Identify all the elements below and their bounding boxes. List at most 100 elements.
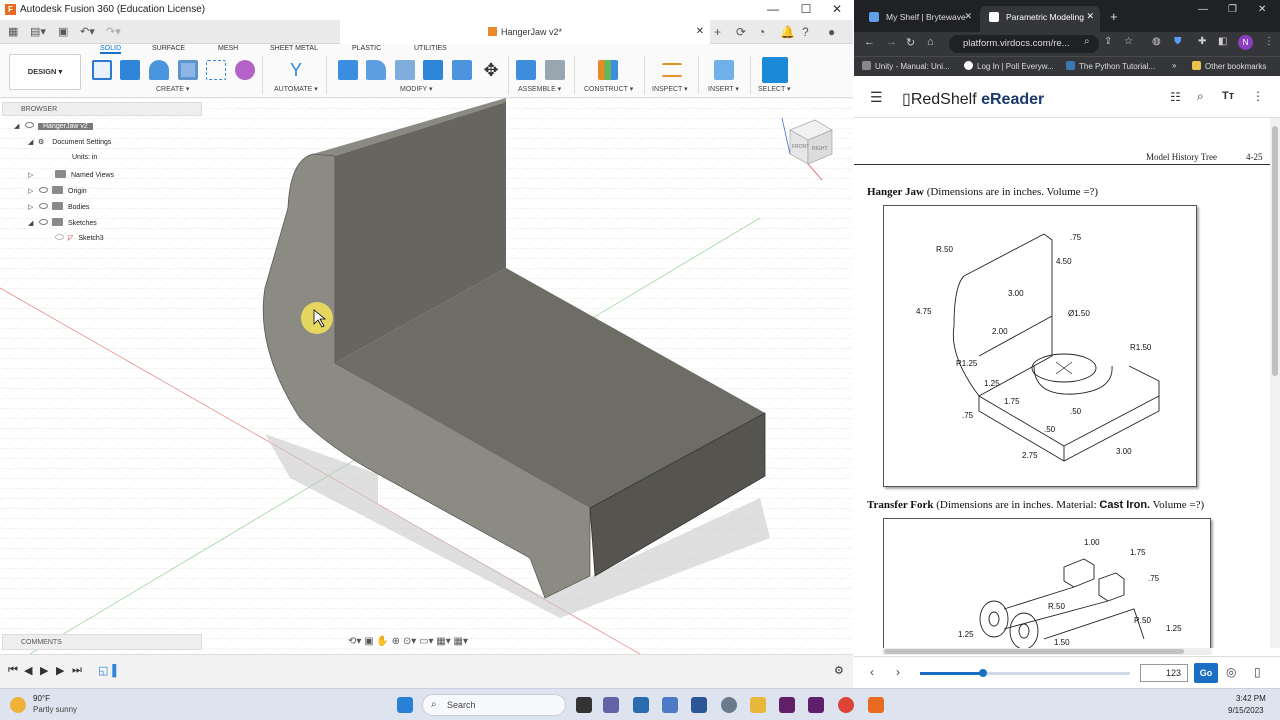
pattern-icon[interactable] bbox=[206, 60, 226, 80]
file-icon[interactable]: ▤▾ bbox=[30, 25, 46, 38]
select-menu[interactable]: SELECT ▾ bbox=[758, 85, 791, 93]
bookmark-poll-everywhere[interactable]: Log In | Poll Everyw... bbox=[964, 61, 1054, 71]
extensions-puzzle-icon[interactable]: ✚ bbox=[1198, 36, 1206, 47]
search-icon[interactable]: ⌕ bbox=[1197, 89, 1204, 104]
tab-close-icon[interactable]: ✕ bbox=[964, 11, 972, 22]
timeline-settings-icon[interactable]: ⚙ bbox=[834, 664, 844, 677]
close-button[interactable]: ✕ bbox=[822, 2, 852, 16]
step-forward-icon[interactable]: ▶ bbox=[56, 664, 64, 677]
tab-mesh[interactable]: MESH bbox=[218, 45, 238, 52]
bookmark-icon[interactable]: ▯ bbox=[1254, 665, 1261, 679]
home-icon[interactable]: ⌂ bbox=[927, 36, 934, 48]
extension-shield-icon[interactable]: ⛊ bbox=[1174, 36, 1182, 47]
page-number-input[interactable]: 123 bbox=[1140, 664, 1188, 682]
create-menu[interactable]: CREATE ▾ bbox=[156, 85, 189, 93]
workspace-design-button[interactable]: DESIGN ▾ bbox=[9, 54, 81, 90]
page-slider-knob[interactable] bbox=[979, 669, 987, 677]
settings-icon[interactable] bbox=[721, 697, 737, 713]
tab-parametric-modeling[interactable]: Parametric Modeling ✕ bbox=[980, 6, 1100, 32]
timeline-feature-icon[interactable]: ◱▐ bbox=[98, 664, 116, 677]
weather-desc[interactable]: Partly sunny bbox=[33, 705, 77, 714]
viewports-icon[interactable]: ▦▾ bbox=[454, 636, 468, 647]
windows-start-icon[interactable] bbox=[397, 697, 413, 713]
tab-utilities[interactable]: UTILITIES bbox=[414, 45, 447, 52]
vertical-scrollbar[interactable] bbox=[1270, 118, 1280, 648]
minimize-button[interactable]: — bbox=[758, 2, 788, 16]
bookmark-python-tutorial[interactable]: The Python Tutorial... bbox=[1066, 61, 1155, 71]
automate-menu[interactable]: AUTOMATE ▾ bbox=[274, 85, 318, 93]
maximize-button[interactable]: ☐ bbox=[791, 2, 821, 16]
eye-icon[interactable] bbox=[39, 219, 48, 225]
combine-icon[interactable] bbox=[423, 60, 443, 80]
audio-icon[interactable]: ◎ bbox=[1226, 665, 1236, 679]
scrollbar-thumb[interactable] bbox=[1272, 126, 1278, 376]
document-close-icon[interactable]: ✕ bbox=[696, 20, 704, 44]
press-pull-icon[interactable] bbox=[338, 60, 358, 80]
horizontal-scrollbar[interactable] bbox=[882, 648, 1212, 655]
eye-icon[interactable] bbox=[39, 187, 48, 193]
insert-menu[interactable]: INSERT ▾ bbox=[708, 85, 739, 93]
outlook-icon[interactable] bbox=[691, 697, 707, 713]
reload-icon[interactable]: ↻ bbox=[906, 36, 915, 49]
browser-node-sketch3[interactable]: ◸ Sketch3 bbox=[52, 234, 104, 246]
browser-node-units[interactable]: Units: in bbox=[72, 154, 97, 166]
bookmarks-overflow-icon[interactable]: » bbox=[1172, 61, 1176, 70]
tab-my-shelf[interactable]: My Shelf | Brytewave ✕ bbox=[860, 6, 978, 32]
grid-settings-icon[interactable]: ▦▾ bbox=[436, 636, 450, 647]
browser-header[interactable]: BROWSER bbox=[2, 102, 202, 116]
extension-icon[interactable]: ◍ bbox=[1152, 36, 1161, 47]
new-tab-button[interactable]: + bbox=[1110, 9, 1118, 24]
prev-page-icon[interactable]: ‹ bbox=[870, 665, 874, 679]
save-icon[interactable]: ▣ bbox=[58, 25, 68, 38]
measure-icon[interactable] bbox=[662, 63, 682, 77]
chrome-icon[interactable] bbox=[838, 697, 854, 713]
window-minimize-icon[interactable]: — bbox=[1198, 4, 1208, 15]
display-settings-icon[interactable]: ▭▾ bbox=[419, 636, 433, 647]
clock-date[interactable]: 9/15/2023 bbox=[1228, 706, 1264, 715]
forward-icon[interactable]: → bbox=[886, 36, 897, 48]
document-tab[interactable]: HangerJaw v2* ✕ bbox=[340, 20, 710, 44]
share-icon[interactable]: ⇪ bbox=[1104, 36, 1112, 47]
weather-icon[interactable] bbox=[10, 697, 26, 713]
modify-menu[interactable]: MODIFY ▾ bbox=[400, 85, 433, 93]
zoom-search-icon[interactable]: ⌕ bbox=[1084, 36, 1090, 47]
extensions-icon[interactable]: ⟳ bbox=[736, 25, 746, 39]
form-icon[interactable] bbox=[235, 60, 255, 80]
comments-panel[interactable]: COMMENTS bbox=[2, 634, 202, 650]
teams-icon[interactable] bbox=[603, 697, 619, 713]
orbit-icon[interactable]: ⟲▾ bbox=[348, 636, 361, 647]
back-icon[interactable]: ← bbox=[864, 36, 875, 48]
revolve-icon[interactable] bbox=[149, 60, 169, 80]
file-explorer-icon[interactable] bbox=[750, 697, 766, 713]
redo-icon[interactable]: ↷▾ bbox=[106, 25, 121, 38]
assemble-menu[interactable]: ASSEMBLE ▾ bbox=[518, 85, 561, 93]
inspect-menu[interactable]: INSPECT ▾ bbox=[652, 85, 688, 93]
bookmark-star-icon[interactable]: ☆ bbox=[1124, 36, 1133, 47]
tab-solid[interactable]: SOLID bbox=[100, 45, 122, 54]
job-status-icon[interactable]: ◔ bbox=[758, 25, 765, 39]
fit-icon[interactable]: ⊙▾ bbox=[403, 636, 416, 647]
more-options-icon[interactable]: ⋮ bbox=[1252, 89, 1264, 103]
store-icon[interactable] bbox=[633, 697, 649, 713]
browser-node-root[interactable]: ◢ HangerJaw v2 bbox=[14, 122, 93, 134]
tab-plastic[interactable]: PLASTIC bbox=[352, 45, 381, 52]
scrollbar-thumb[interactable] bbox=[884, 649, 1184, 654]
browser-node-named-views[interactable]: ▷ Named Views bbox=[28, 170, 114, 182]
look-at-icon[interactable]: ▣ bbox=[364, 636, 373, 647]
window-restore-icon[interactable]: ❐ bbox=[1228, 4, 1237, 15]
text-size-icon[interactable]: Tт bbox=[1222, 90, 1234, 102]
play-icon[interactable]: ▶ bbox=[40, 664, 48, 677]
bookmark-unity[interactable]: Unity - Manual: Uni... bbox=[862, 61, 950, 71]
move-icon[interactable]: ✥ bbox=[481, 60, 501, 80]
next-page-icon[interactable]: › bbox=[896, 665, 900, 679]
construct-menu[interactable]: CONSTRUCT ▾ bbox=[584, 85, 633, 93]
eye-icon[interactable] bbox=[39, 203, 48, 209]
fusion-360-icon[interactable] bbox=[868, 697, 884, 713]
browser-node-bodies[interactable]: ▷ Bodies bbox=[28, 202, 89, 214]
browser-node-document-settings[interactable]: ◢ ⚙ Document Settings bbox=[28, 138, 111, 150]
tab-close-icon[interactable]: ✕ bbox=[1086, 11, 1094, 22]
profile-avatar[interactable]: ● bbox=[828, 25, 835, 39]
shell-icon[interactable] bbox=[395, 60, 415, 80]
step-back-icon[interactable]: ◀ bbox=[24, 664, 32, 677]
new-tab-icon[interactable]: + bbox=[714, 25, 721, 39]
